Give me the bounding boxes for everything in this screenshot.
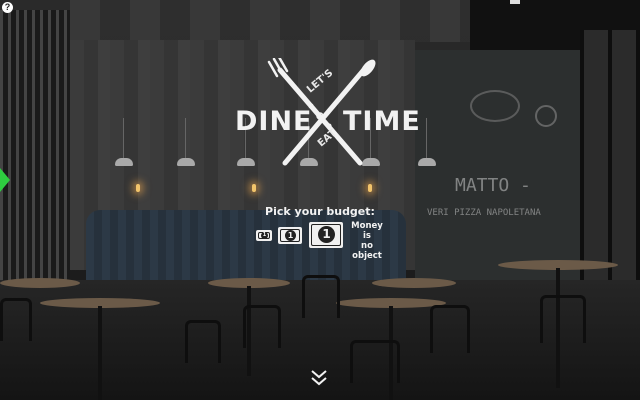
chair (243, 305, 281, 348)
budget-option-high-button[interactable]: 1 (309, 222, 343, 248)
chalk-text-1: MATTO - (455, 175, 531, 196)
budget-option-mid-button[interactable]: 1 (278, 227, 302, 244)
scroll-down-chevron-icon[interactable] (308, 368, 330, 388)
table-leg (98, 306, 102, 400)
logo-dine: DINE (235, 106, 313, 137)
no-limit-line: no (361, 241, 373, 251)
budget-option-high-label: 1 (318, 226, 335, 243)
budget-title: Pick your budget: (265, 205, 375, 218)
chalk-drawing-clock (535, 105, 557, 127)
budget-option-mid-label: 1 (285, 230, 296, 241)
no-limit-line: object (352, 251, 382, 261)
table-top (0, 278, 80, 288)
top-corner-indicator (510, 0, 520, 4)
chair (185, 320, 221, 363)
chair (302, 275, 340, 318)
chair (430, 305, 470, 353)
logo-time: TIME (343, 106, 421, 137)
wall-sconce (368, 184, 372, 192)
wall-sconce (252, 184, 256, 192)
chair (0, 298, 32, 341)
chair (540, 295, 586, 343)
budget-option-low-label: 1 (261, 232, 268, 239)
dine-time-logo: LET'S DINE TIME EAT (225, 58, 420, 168)
table-top (372, 278, 456, 288)
budget-option-low-button[interactable]: 1 (256, 230, 272, 241)
wall-sconce (136, 184, 140, 192)
no-limit-line: is (363, 231, 371, 241)
chalkboard-wall: MATTO - VERI PIZZA NAPOLETANA (415, 50, 580, 280)
chair (350, 340, 400, 383)
pendant-lamp (418, 118, 436, 166)
wall-slats (0, 10, 70, 310)
no-limit-line: Money (351, 221, 383, 231)
help-icon[interactable]: ? (2, 2, 13, 13)
chalk-text-2: VERI PIZZA NAPOLETANA (427, 208, 541, 218)
chalk-drawing-plate (470, 90, 520, 122)
pendant-lamp (115, 118, 133, 166)
ceiling (70, 0, 510, 42)
budget-option-no-limit-button[interactable]: Money is no object (349, 221, 385, 261)
pendant-lamp (177, 118, 195, 166)
